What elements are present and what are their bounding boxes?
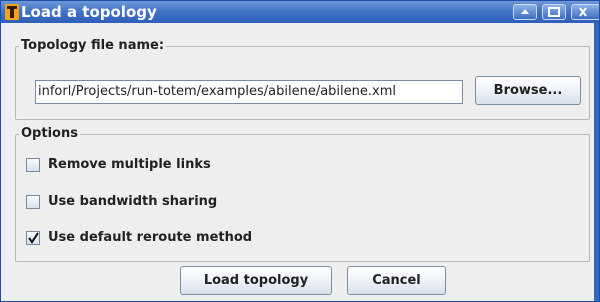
load-topology-dialog: Load a topology Topology file name: info… bbox=[0, 0, 600, 302]
load-topology-button[interactable]: Load topology bbox=[180, 266, 332, 295]
options-legend: Options bbox=[19, 126, 80, 142]
default-reroute-label: Use default reroute method bbox=[48, 230, 253, 245]
window-edge bbox=[594, 23, 599, 301]
bandwidth-sharing-checkbox[interactable] bbox=[26, 195, 40, 209]
window-title: Load a topology bbox=[21, 3, 157, 21]
close-button[interactable] bbox=[571, 4, 599, 20]
browse-button[interactable]: Browse... bbox=[475, 76, 581, 105]
minimize-button[interactable] bbox=[513, 4, 537, 20]
cancel-button[interactable]: Cancel bbox=[347, 266, 446, 295]
app-icon bbox=[5, 4, 19, 20]
bandwidth-sharing-label: Use bandwidth sharing bbox=[48, 194, 218, 209]
topology-path-input[interactable]: inforl/Projects/run-totem/examples/abile… bbox=[35, 80, 463, 104]
default-reroute-checkbox[interactable] bbox=[26, 231, 40, 245]
title-bar[interactable]: Load a topology bbox=[1, 1, 599, 23]
topology-file-legend: Topology file name: bbox=[19, 38, 167, 54]
remove-multiple-links-checkbox[interactable] bbox=[26, 158, 40, 172]
maximize-button[interactable] bbox=[542, 4, 566, 20]
remove-multiple-links-label: Remove multiple links bbox=[48, 157, 211, 172]
